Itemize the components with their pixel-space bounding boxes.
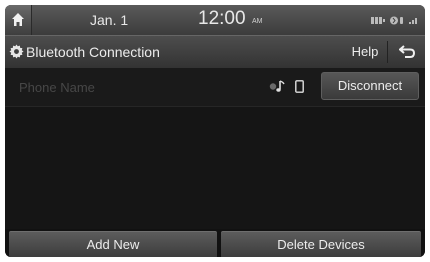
back-arrow-icon xyxy=(399,45,415,58)
audio-streaming-icon xyxy=(269,80,285,92)
signal-icon xyxy=(409,18,417,24)
phone-icon xyxy=(295,80,304,93)
status-bar: Jan. 1 12:00 AM xyxy=(5,5,425,35)
status-icons xyxy=(371,14,419,26)
status-date: Jan. 1 xyxy=(90,12,129,28)
back-button[interactable] xyxy=(389,41,423,63)
disconnect-button[interactable]: Disconnect xyxy=(321,72,419,100)
page-title: Bluetooth Connection xyxy=(26,44,160,60)
home-icon xyxy=(12,13,24,26)
delete-devices-button[interactable]: Delete Devices xyxy=(221,231,421,257)
help-button[interactable]: Help xyxy=(343,41,388,63)
bottom-action-bar: Add New Delete Devices xyxy=(5,229,425,257)
head-unit-screen: Jan. 1 12:00 AM Bluetooth Connection Hel… xyxy=(5,5,425,257)
title-bar: Bluetooth Connection Help xyxy=(5,35,425,69)
add-new-button[interactable]: Add New xyxy=(9,231,217,257)
status-time: 12:00 xyxy=(198,8,246,29)
device-list-item[interactable]: Phone Name Disconnect xyxy=(5,68,425,107)
status-ampm: AM xyxy=(252,18,263,25)
device-name: Phone Name xyxy=(19,80,95,95)
bluetooth-phone-icon xyxy=(390,16,403,24)
battery-icon xyxy=(371,16,385,24)
home-button[interactable] xyxy=(5,5,32,35)
gear-icon xyxy=(9,44,24,59)
